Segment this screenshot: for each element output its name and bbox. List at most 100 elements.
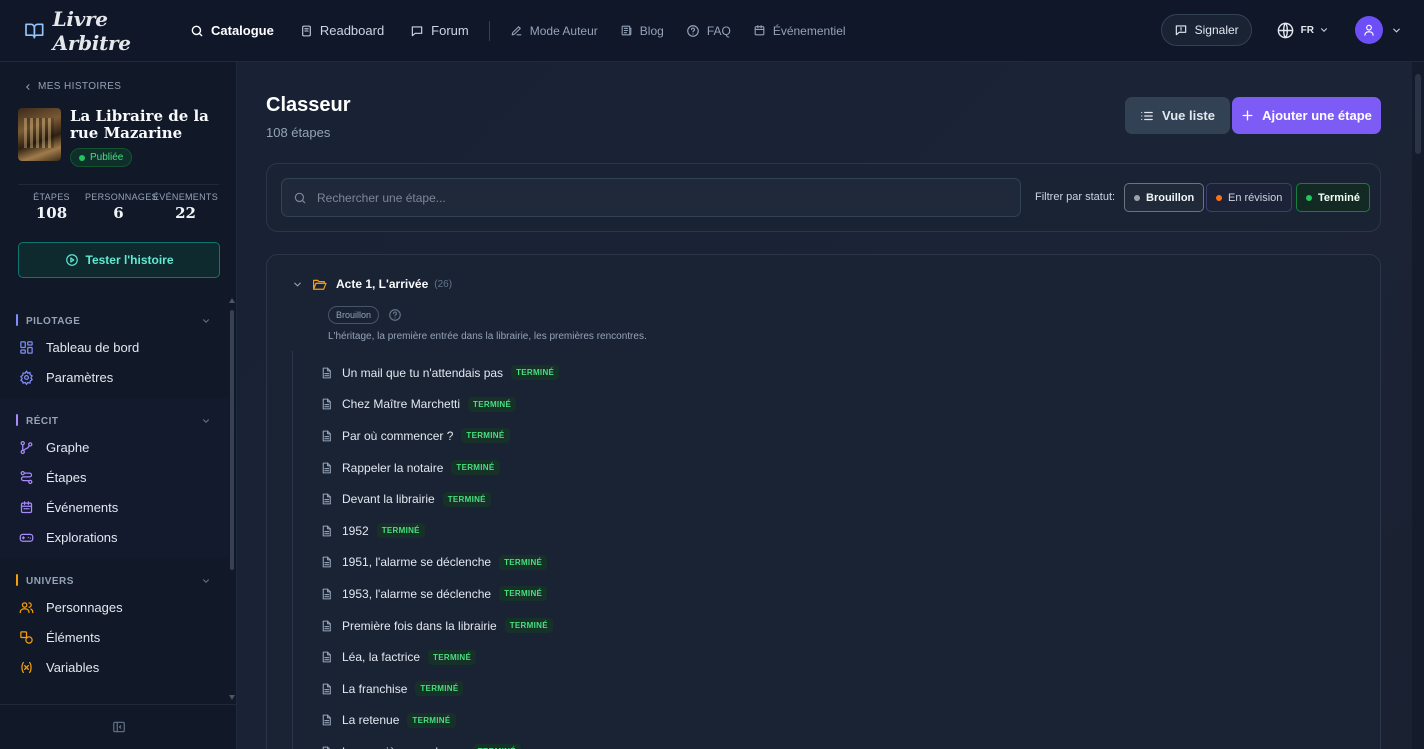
book-icon — [25, 23, 44, 39]
act-title: Acte 1, L'arrivée — [336, 277, 429, 291]
section-accent-bar — [16, 414, 18, 426]
language-selector[interactable]: FR — [1276, 21, 1329, 40]
filter-label-brouillon: Brouillon — [1146, 191, 1195, 204]
step-row[interactable]: 1952 TERMINÉ — [320, 515, 559, 547]
step-row[interactable]: La franchise TERMINÉ — [320, 673, 559, 705]
file-text-icon — [322, 462, 331, 473]
step-status-badge: TERMINÉ — [415, 681, 464, 697]
step-row[interactable]: Chez Maître Marchetti TERMINÉ — [320, 389, 559, 421]
sidebar-item-label: Événements — [46, 499, 119, 515]
nav-blog[interactable]: Blog — [620, 24, 664, 38]
step-status-badge: TERMINÉ — [376, 523, 425, 539]
sidebar-item-evenements[interactable]: Événements — [0, 492, 229, 522]
sidebar-item-elements[interactable]: Éléments — [0, 622, 229, 652]
file-text-icon — [322, 430, 331, 442]
sidebar-item-graphe[interactable]: Graphe — [0, 432, 229, 462]
filter-en-revision[interactable]: En révision — [1206, 183, 1293, 212]
dashboard-icon — [20, 340, 33, 354]
step-name: Léa, la factrice — [342, 650, 421, 665]
step-status-badge: TERMINÉ — [504, 618, 553, 634]
chevron-down-icon — [202, 579, 210, 583]
search-input[interactable] — [317, 190, 997, 205]
story-cover-image — [18, 108, 61, 161]
search-field — [281, 178, 1021, 217]
sidebar-item-label: Tableau de bord — [46, 339, 140, 355]
section-title: RÉCIT — [26, 415, 59, 427]
main-content: Classeur 108 étapes Vue liste Ajouter un… — [237, 62, 1412, 749]
step-row[interactable]: 1951, l'alarme se déclenche TERMINÉ — [320, 547, 559, 579]
step-row[interactable]: Un mail que tu n'attendais pas TERMINÉ — [320, 357, 560, 389]
step-row[interactable]: La première enveloppe TERMINÉ — [320, 736, 559, 749]
chat-icon — [411, 25, 423, 36]
scrollbar-thumb[interactable] — [230, 310, 234, 570]
act-status-badge[interactable]: Brouillon — [328, 306, 380, 324]
chevron-down-icon — [1320, 28, 1328, 32]
section-header-pilotage[interactable]: PILOTAGE — [0, 310, 229, 332]
file-text-icon — [322, 367, 331, 379]
search-icon — [191, 25, 203, 36]
file-text-icon — [322, 398, 331, 410]
step-row[interactable]: Par où commencer ? TERMINÉ — [320, 420, 559, 452]
step-name: Un mail que tu n'attendais pas — [342, 365, 504, 380]
step-row[interactable]: 1953, l'alarme se déclenche TERMINÉ — [320, 578, 559, 610]
report-button[interactable]: Signaler — [1160, 14, 1252, 46]
sidebar-item-parametres[interactable]: Paramètres — [0, 362, 229, 392]
nav-catalogue[interactable]: Catalogue — [190, 23, 274, 38]
page-title: Classeur — [266, 94, 351, 116]
section-header-univers[interactable]: UNIVERS — [0, 570, 229, 592]
collapse-sidebar-icon[interactable] — [112, 720, 126, 734]
status-dot — [79, 154, 85, 161]
act-header[interactable]: Acte 1, L'arrivée (26) — [292, 277, 452, 291]
section-pilotage: PILOTAGE Tableau de bord Paramètres — [0, 298, 229, 398]
nav-mode-auteur-label: Mode Auteur — [529, 23, 598, 38]
globe-icon — [1277, 22, 1293, 38]
file-text-icon — [322, 714, 331, 726]
main-scrollbar[interactable] — [1412, 62, 1424, 749]
logo-text: Livre Arbitre — [52, 6, 131, 55]
section-accent-bar — [16, 314, 18, 326]
scrollbar-thumb[interactable] — [1415, 74, 1421, 154]
add-step-button[interactable]: Ajouter une étape — [1232, 97, 1381, 134]
section-accent-bar — [16, 574, 18, 586]
sidebar-item-personnages[interactable]: Personnages — [0, 592, 229, 622]
back-label: MES HISTOIRES — [38, 81, 122, 92]
sidebar-scrollbar[interactable] — [229, 298, 235, 702]
sidebar-item-variables[interactable]: Variables — [0, 652, 229, 682]
file-text-icon — [322, 620, 331, 631]
step-row[interactable]: La retenue TERMINÉ — [320, 705, 559, 737]
main-nav: Catalogue Readboard Forum Mode Auteur Bl… — [190, 20, 868, 41]
file-text-icon — [322, 588, 331, 600]
divider — [18, 184, 219, 185]
nav-evenementiel[interactable]: Événementiel — [753, 24, 846, 38]
nav-forum-label: Forum — [431, 23, 469, 38]
step-row[interactable]: Première fois dans la librairie TERMINÉ — [320, 610, 559, 642]
nav-readboard[interactable]: Readboard — [300, 23, 384, 38]
section-header-recit[interactable]: RÉCIT — [0, 410, 229, 432]
sidebar-item-tableau-de-bord[interactable]: Tableau de bord — [0, 332, 229, 362]
stat-value: 108 — [35, 204, 68, 222]
sidebar-item-explorations[interactable]: Explorations — [0, 522, 229, 552]
scroll-up-arrow-icon — [229, 298, 235, 303]
filter-brouillon[interactable]: Brouillon — [1124, 183, 1205, 212]
logo[interactable]: Livre Arbitre — [24, 7, 184, 55]
nav-faq[interactable]: FAQ — [686, 24, 731, 38]
nav-forum[interactable]: Forum — [410, 23, 469, 38]
sidebar-item-etapes[interactable]: Étapes — [0, 462, 229, 492]
story-header: La Libraire de la rue Mazarine Publiée — [18, 108, 220, 167]
user-menu[interactable] — [1355, 16, 1402, 44]
nav-evenementiel-label: Événementiel — [772, 23, 846, 38]
step-row[interactable]: Rappeler la notaire TERMINÉ — [320, 452, 559, 484]
nav-mode-auteur[interactable]: Mode Auteur — [510, 24, 598, 38]
status-dot — [1216, 194, 1222, 201]
step-row[interactable]: Devant la librairie TERMINÉ — [320, 483, 559, 515]
file-text-icon — [322, 746, 331, 749]
step-row[interactable]: Léa, la factrice TERMINÉ — [320, 641, 559, 673]
help-circle-icon[interactable] — [388, 308, 402, 322]
filter-label-en-revision: En révision — [1228, 191, 1283, 204]
test-story-button[interactable]: Tester l'histoire — [18, 242, 220, 278]
filter-termine[interactable]: Terminé — [1296, 183, 1370, 212]
status-dot — [1306, 194, 1312, 201]
step-status-badge: TERMINÉ — [499, 586, 548, 602]
list-view-button[interactable]: Vue liste — [1125, 97, 1230, 134]
back-to-stories-link[interactable]: MES HISTOIRES — [24, 81, 121, 92]
